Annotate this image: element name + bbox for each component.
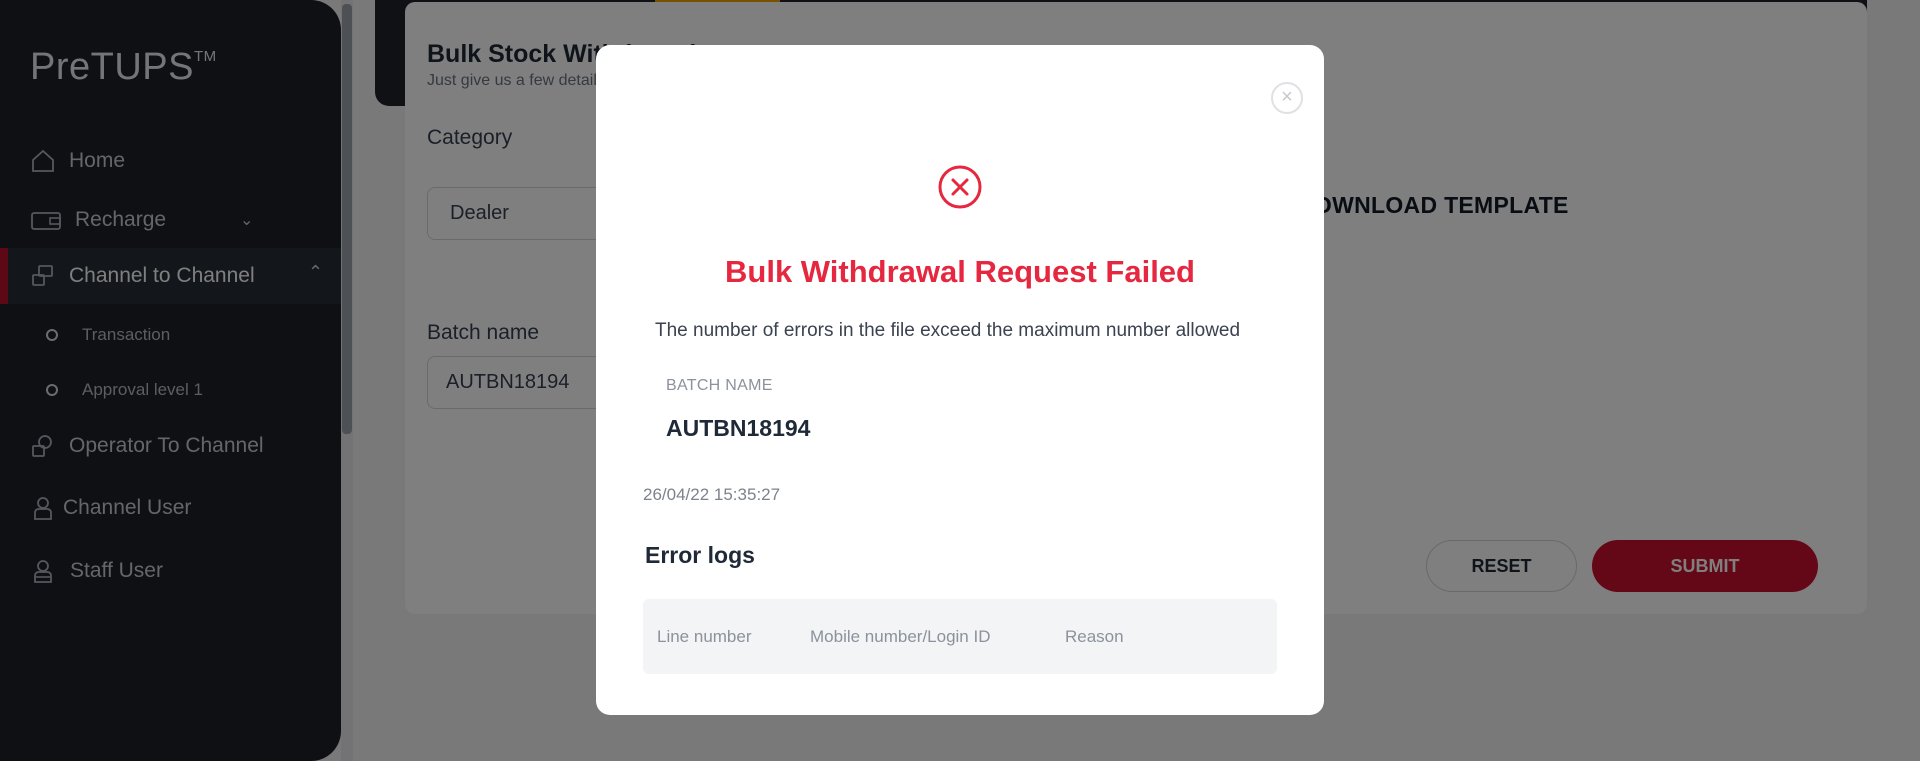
column-header-mobile-login: Mobile number/Login ID: [810, 626, 991, 646]
batch-name-value: AUTBN18194: [666, 415, 811, 441]
modal-title: Bulk Withdrawal Request Failed: [725, 254, 1195, 289]
error-logs-title: Error logs: [645, 542, 755, 568]
close-icon[interactable]: ×: [1271, 82, 1303, 114]
batch-name-heading: BATCH NAME: [666, 377, 773, 394]
modal-message: The number of errors in the file exceed …: [655, 320, 1241, 341]
column-header-reason: Reason: [1065, 626, 1124, 646]
error-modal: × Bulk Withdrawal Request Failed The num…: [596, 45, 1324, 715]
timestamp: 26/04/22 15:35:27: [643, 485, 781, 504]
column-header-line-number: Line number: [657, 626, 752, 646]
error-logs-table-header: Line number Mobile number/Login ID Reaso…: [643, 599, 1277, 674]
error-circle-icon: [938, 165, 982, 209]
